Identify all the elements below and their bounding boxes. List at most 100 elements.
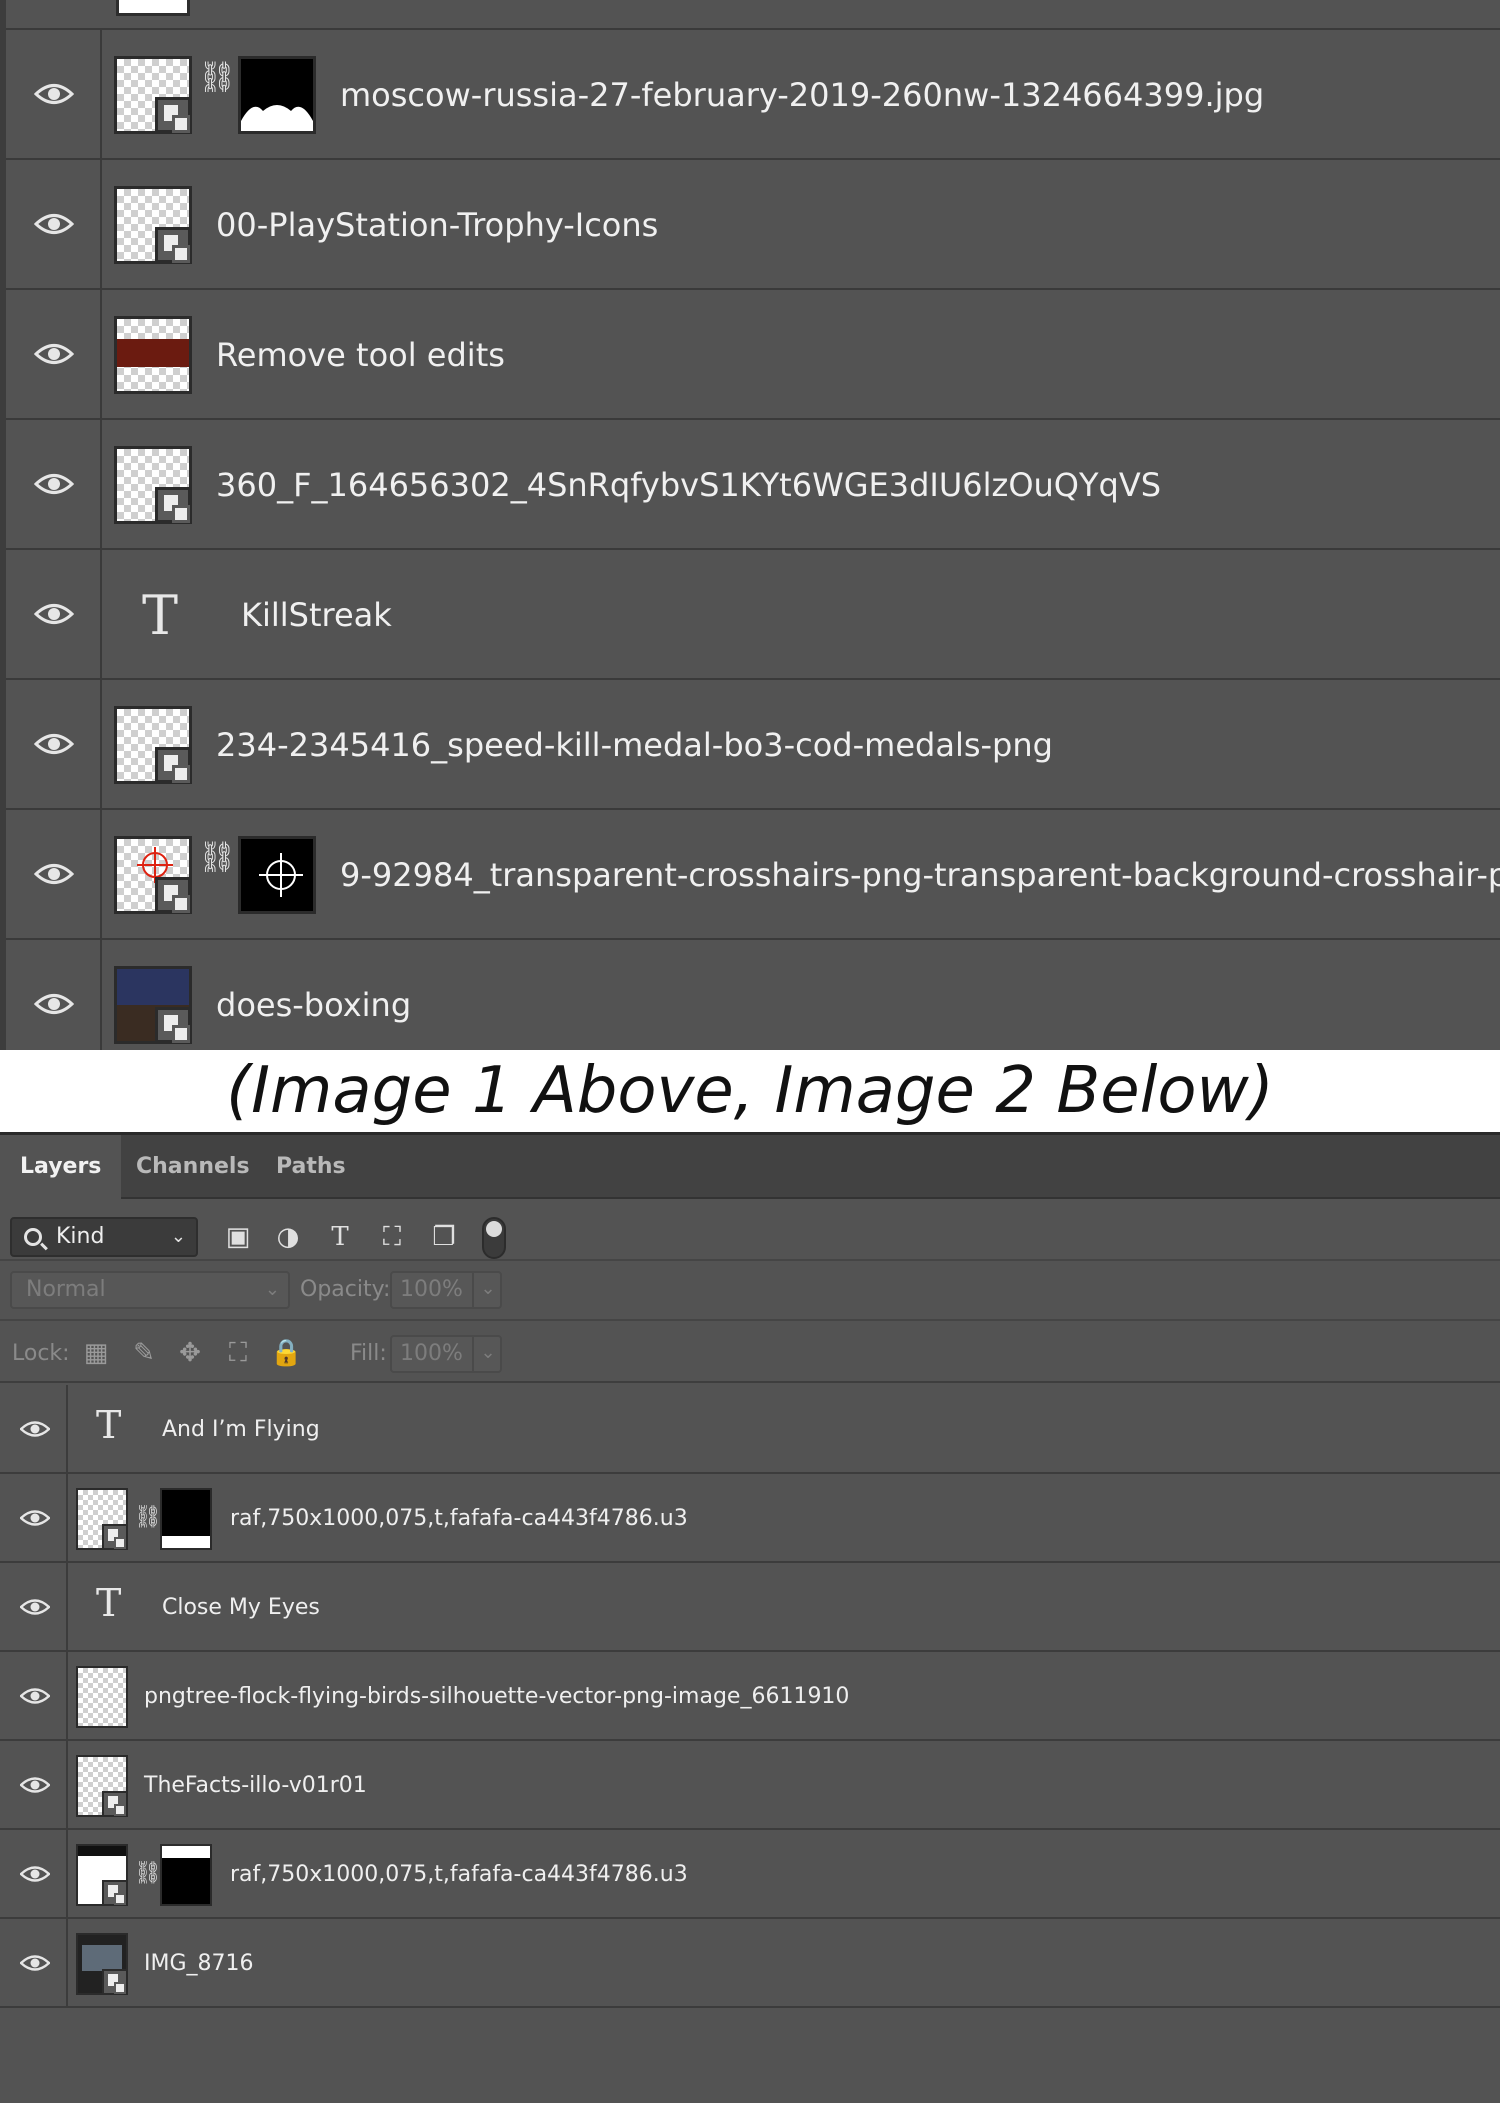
visibility-cell [0,1741,68,1830]
layer-row[interactable]: TheFacts-illo-v01r01 [0,1741,1500,1830]
eye-icon[interactable] [20,1686,50,1706]
layer-row[interactable]: 00-PlayStation-Trophy-Icons [0,160,1500,290]
layer-mask-thumbnail[interactable] [160,1488,212,1550]
chevron-down-icon[interactable]: ⌄ [472,1271,502,1309]
layer-thumbnail[interactable] [114,706,192,784]
filter-pixel-icon[interactable]: ▣ [222,1221,254,1253]
tab-layers[interactable]: Layers [0,1135,122,1199]
layer-name[interactable]: TheFacts-illo-v01r01 [144,1741,367,1830]
filter-type-icon[interactable]: T [324,1221,356,1253]
layer-name[interactable]: pngtree-flock-flying-birds-silhouette-ve… [144,1652,849,1741]
layer-thumbnail[interactable] [76,1666,128,1728]
layer-name[interactable]: raf,750x1000,075,t,fafafa-ca443f4786.u3 [230,1830,688,1919]
text-layer-icon: T [96,1581,122,1625]
lock-artboard-icon[interactable]: ⛶ [222,1335,254,1371]
layer-row[interactable]: T And I’m Flying [0,1385,1500,1474]
smart-object-icon [102,1969,128,1995]
layer-name[interactable]: 234-2345416_speed-kill-medal-bo3-cod-med… [216,680,1053,810]
eye-icon[interactable] [34,81,74,107]
lock-transparent-pixels-icon[interactable]: ▦ [80,1335,112,1371]
blend-mode-dropdown[interactable]: Normal ⌄ [10,1271,290,1309]
layer-thumbnail[interactable] [76,1755,128,1817]
layer-row[interactable]: ⛓ raf,750x1000,075,t,fafafa-ca443f4786.u… [0,1830,1500,1919]
layer-name[interactable]: Close My Eyes [162,1563,320,1652]
caption: (Image 1 Above, Image 2 Below) [0,1050,1500,1132]
filter-adjustment-icon[interactable]: ◑ [272,1221,304,1253]
link-icon[interactable]: ⛓ [198,836,236,880]
smart-object-icon [102,1524,128,1550]
partial-layer-row[interactable] [0,0,1500,30]
layer-mask-thumbnail[interactable] [238,836,316,914]
layer-row[interactable]: 360_F_164656302_4SnRqfybvS1KYt6WGE3dIU6l… [0,420,1500,550]
pixel-preview [117,339,189,367]
lock-position-icon[interactable]: ✥ [174,1335,206,1371]
smart-object-icon [102,1880,128,1906]
layer-thumbnail[interactable] [114,836,192,914]
visibility-cell [0,810,102,940]
eye-icon[interactable] [34,471,74,497]
visibility-cell [0,1474,68,1563]
eye-icon[interactable] [34,211,74,237]
layer-row[interactable]: IMG_8716 [0,1919,1500,2008]
eye-icon[interactable] [20,1864,50,1884]
layer-thumbnail[interactable] [114,186,192,264]
layer-row[interactable]: Remove tool edits [0,290,1500,420]
eye-icon[interactable] [20,1508,50,1528]
lock-image-pixels-icon[interactable]: ✎ [128,1335,160,1371]
opacity-field[interactable]: 100% ⌄ [390,1271,502,1309]
layer-name[interactable]: Remove tool edits [216,290,505,420]
tab-channels[interactable]: Channels [116,1135,270,1199]
eye-icon[interactable] [20,1419,50,1439]
layer-row[interactable]: does-boxing [0,940,1500,1050]
chevron-down-icon: ⌄ [264,1279,280,1300]
chevron-down-icon[interactable]: ⌄ [472,1335,502,1373]
layer-row[interactable]: pngtree-flock-flying-birds-silhouette-ve… [0,1652,1500,1741]
layer-row[interactable]: T KillStreak [0,550,1500,680]
filter-shape-icon[interactable]: ⛶ [376,1221,408,1253]
eye-icon[interactable] [34,731,74,757]
eye-icon[interactable] [34,991,74,1017]
layer-row[interactable]: ⛓ 9-92984_transparent-crosshairs-png-tra… [0,810,1500,940]
filter-kind-dropdown[interactable]: Kind ⌄ [10,1217,198,1257]
layer-thumbnail[interactable] [76,1488,128,1550]
fill-field[interactable]: 100% ⌄ [390,1335,502,1373]
layer-thumbnail[interactable] [114,446,192,524]
eye-icon[interactable] [20,1953,50,1973]
eye-icon[interactable] [20,1597,50,1617]
layer-thumbnail[interactable] [114,56,192,134]
visibility-cell [0,940,102,1050]
link-icon[interactable]: ⛓ [134,1496,162,1540]
layer-thumbnail[interactable] [76,1844,128,1906]
link-icon[interactable]: ⛓ [198,56,236,100]
layer-thumbnail[interactable] [114,966,192,1044]
layer-row[interactable]: T Close My Eyes [0,1563,1500,1652]
layer-row[interactable]: 234-2345416_speed-kill-medal-bo3-cod-med… [0,680,1500,810]
filter-smart-object-icon[interactable]: ❐ [428,1221,460,1253]
visibility-cell [0,1919,68,2008]
layer-thumbnail[interactable] [114,316,192,394]
layer-name[interactable]: 9-92984_transparent-crosshairs-png-trans… [340,810,1500,940]
filter-toggle[interactable] [482,1217,506,1259]
layer-mask-thumbnail[interactable] [160,1844,212,1906]
layer-name[interactable]: KillStreak [241,550,392,680]
link-icon[interactable]: ⛓ [134,1852,162,1896]
layer-thumbnail[interactable] [76,1933,128,1995]
lock-bar: Lock: ▦ ✎ ✥ ⛶ 🔒 Fill: 100% ⌄ [0,1323,1500,1383]
layer-name[interactable]: 00-PlayStation-Trophy-Icons [216,160,658,290]
layer-name[interactable]: does-boxing [216,940,411,1050]
layer-name[interactable]: And I’m Flying [162,1385,320,1474]
layer-mask-thumbnail[interactable] [238,56,316,134]
layer-name[interactable]: moscow-russia-27-february-2019-260nw-132… [340,30,1264,160]
layer-name[interactable]: IMG_8716 [144,1919,254,2008]
tab-paths[interactable]: Paths [256,1135,366,1199]
eye-icon[interactable] [34,341,74,367]
eye-icon[interactable] [20,1775,50,1795]
layer-row[interactable]: ⛓ moscow-russia-27-february-2019-260nw-1… [0,30,1500,160]
eye-icon[interactable] [34,601,74,627]
layer-row[interactable]: ⛓ raf,750x1000,075,t,fafafa-ca443f4786.u… [0,1474,1500,1563]
layer-name[interactable]: 360_F_164656302_4SnRqfybvS1KYt6WGE3dIU6l… [216,420,1161,550]
search-icon [24,1228,42,1246]
layer-name[interactable]: raf,750x1000,075,t,fafafa-ca443f4786.u3 [230,1474,688,1563]
lock-all-icon[interactable]: 🔒 [270,1335,302,1371]
eye-icon[interactable] [34,861,74,887]
